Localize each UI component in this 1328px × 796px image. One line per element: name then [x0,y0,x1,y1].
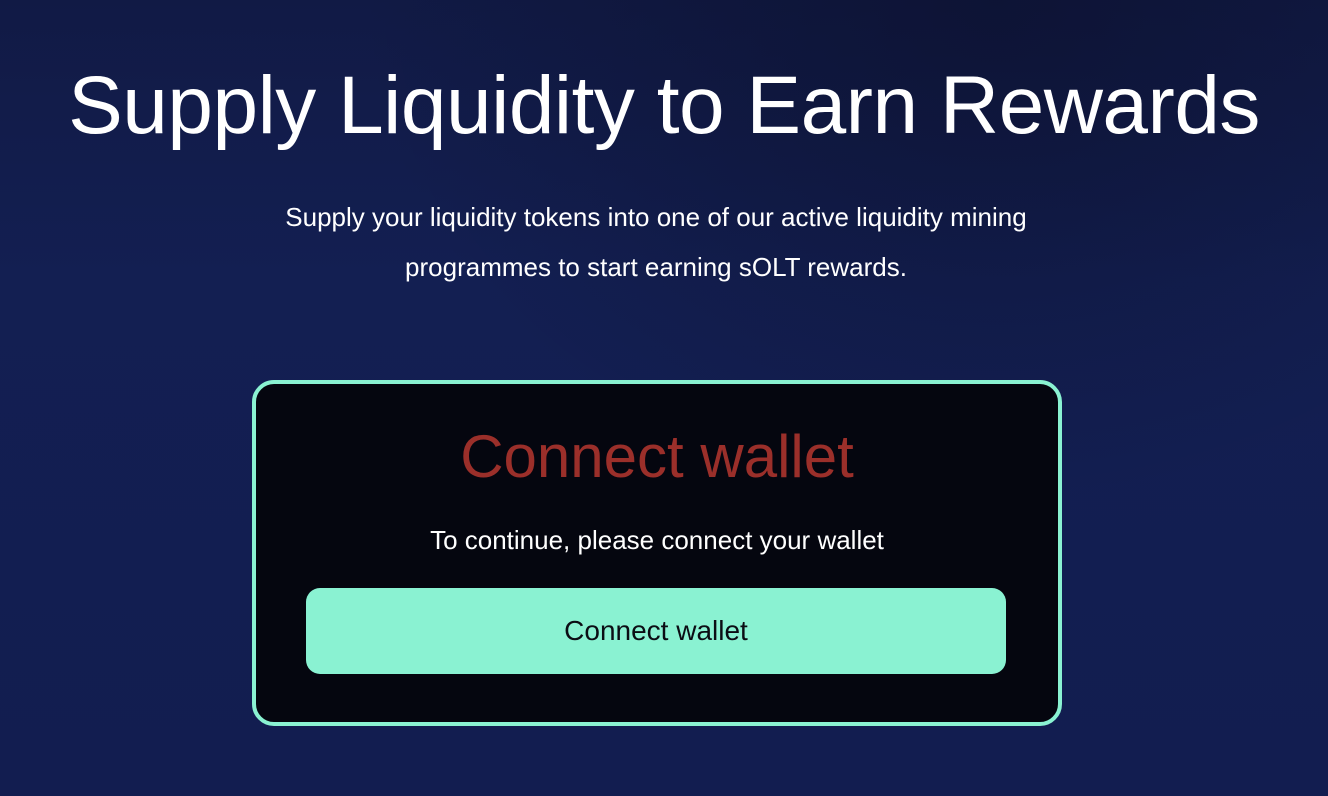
connect-wallet-card: Connect wallet To continue, please conne… [252,380,1062,726]
page-title: Supply Liquidity to Earn Rewards [68,60,1260,151]
card-message: To continue, please connect your wallet [430,525,884,555]
subtitle-line-2: programmes to start earning sOLT rewards… [405,252,907,282]
subtitle-line-1: Supply your liquidity tokens into one of… [285,202,1027,232]
card-title: Connect wallet [460,423,854,490]
connect-wallet-button[interactable]: Connect wallet [306,588,1006,674]
page-subtitle: Supply your liquidity tokens into one of… [214,192,1098,292]
